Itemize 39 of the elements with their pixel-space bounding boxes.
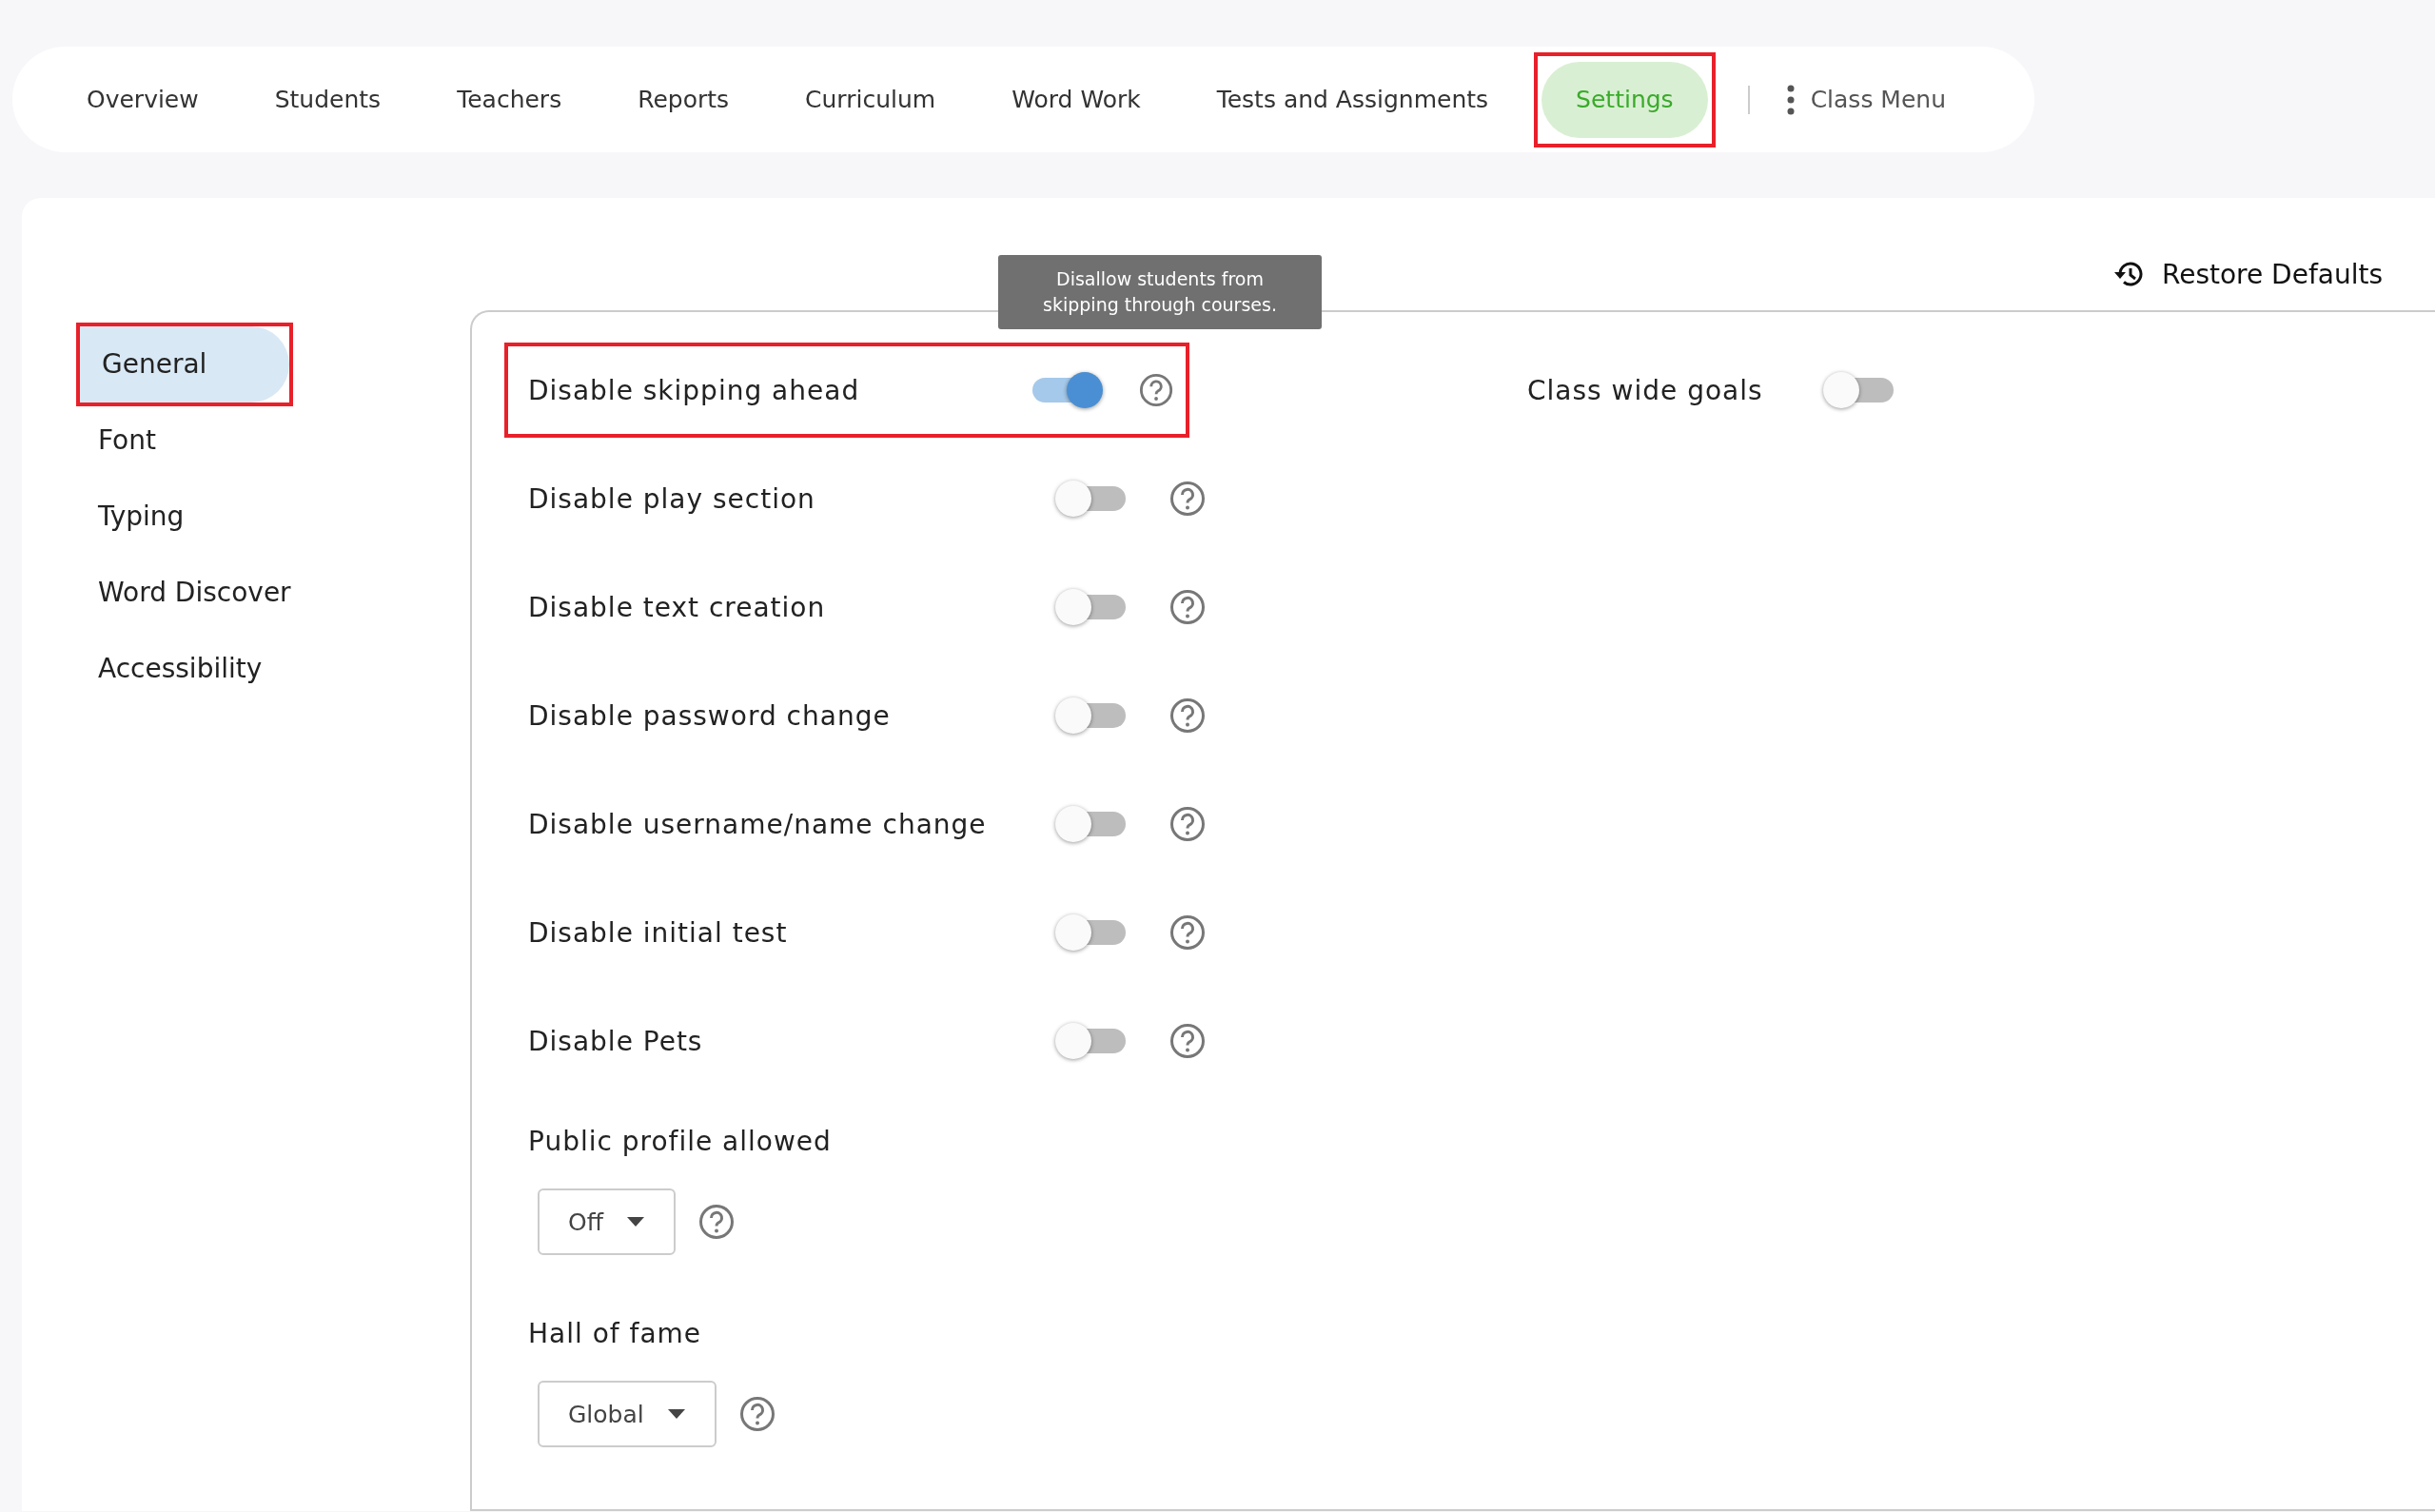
nav-tab[interactable]: Tests and Assignments — [1178, 61, 1527, 138]
setting-label: Public profile allowed — [528, 1125, 833, 1159]
help-icon — [1169, 481, 1206, 517]
sidebar-item[interactable]: Font — [76, 403, 290, 479]
setting-label: Disable password change — [528, 699, 892, 732]
sidebar-item[interactable]: General — [80, 326, 289, 403]
setting-label: Hall of fame — [528, 1317, 703, 1351]
help-icon — [1138, 372, 1173, 408]
caret-icon — [666, 1408, 686, 1420]
nav-tab[interactable]: Curriculum — [767, 61, 974, 138]
nav-tab[interactable]: Teachers — [419, 61, 600, 138]
setting-label: Disable Pets — [528, 1025, 704, 1057]
restore-defaults-button[interactable]: Restore Defaults — [2111, 258, 2383, 290]
nav-tab[interactable]: Students — [236, 61, 420, 138]
class-menu-button[interactable]: Class Menu — [1785, 84, 1946, 115]
help-icon — [738, 1396, 776, 1432]
dropdown[interactable]: Global — [538, 1381, 717, 1447]
help-icon — [697, 1204, 735, 1240]
help-icon — [1169, 806, 1206, 842]
nav-tab[interactable]: Reports — [599, 61, 768, 138]
nav-tab[interactable]: Overview — [49, 61, 237, 138]
tooltip: Disallow students from skipping through courses. — [998, 255, 1322, 329]
setting-label: Disable initial test — [528, 916, 789, 949]
help-icon — [1169, 589, 1206, 625]
caret-icon — [625, 1216, 645, 1227]
setting-label: Disable username/name change — [528, 808, 988, 840]
setting-label: Disable play section — [528, 482, 816, 515]
sidebar-item[interactable]: Word Discover — [76, 555, 290, 631]
help-icon — [1169, 1023, 1206, 1059]
sidebar-item[interactable]: Typing — [76, 479, 290, 555]
setting-label: Disable text creation — [528, 591, 827, 623]
more-vertical-icon — [1785, 84, 1796, 115]
dropdown[interactable]: Off — [538, 1188, 676, 1255]
setting-label: Class wide goals — [1527, 374, 1764, 406]
help-icon — [1169, 697, 1206, 734]
setting-label: Disable skipping ahead — [528, 374, 861, 406]
sidebar-item[interactable]: Accessibility — [76, 631, 290, 707]
nav-tab[interactable]: Word Work — [973, 61, 1179, 138]
help-icon — [1169, 914, 1206, 951]
